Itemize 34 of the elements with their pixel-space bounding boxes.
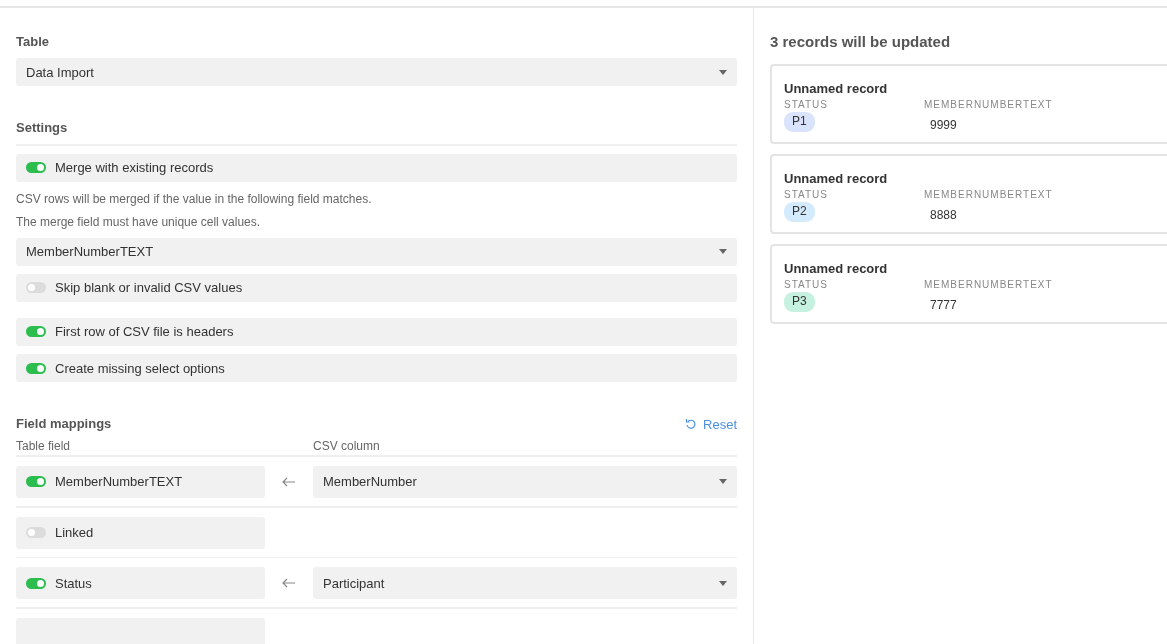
section-heading: Field mappings <box>16 415 112 434</box>
field-value: 8888 <box>929 207 958 222</box>
table-select[interactable]: Data Import <box>16 58 737 87</box>
field-toggle[interactable]: Status <box>16 567 265 600</box>
field-value: 9999 <box>929 117 958 132</box>
csv-column-select[interactable]: Participant <box>313 567 737 600</box>
field-label: STATUS <box>784 188 829 202</box>
toggle-row[interactable]: Create missing select options <box>16 354 737 383</box>
column-header: Table field <box>16 438 72 455</box>
section-label: Table <box>16 33 50 51</box>
column-header: CSV column <box>313 438 380 455</box>
status-tag: P1 <box>784 112 815 132</box>
toggle-row[interactable]: Merge with existing records <box>16 153 737 182</box>
status-tag: P3 <box>784 292 815 312</box>
preview-title: 3 records will be updated <box>770 32 952 52</box>
record-title: Unnamed record <box>784 80 889 98</box>
merge-field-select[interactable]: MemberNumberTEXT <box>16 237 737 266</box>
field-toggle[interactable]: MemberNumberTEXT <box>16 465 265 498</box>
field-label: MEMBERNUMBERTEXT <box>924 98 1054 112</box>
section-heading: Settings <box>16 119 69 138</box>
csv-column-select[interactable]: MemberNumber <box>313 465 737 498</box>
field-toggle[interactable]: Linked <box>16 516 265 549</box>
toggle-row[interactable]: Skip blank or invalid CSV values <box>16 273 737 302</box>
field-value: 7777 <box>929 297 958 312</box>
field-label: MEMBERNUMBERTEXT <box>924 278 1054 292</box>
status-tag: P2 <box>784 202 815 222</box>
help-text: CSV rows will be merged if the value in the following field matches. <box>16 190 373 208</box>
help-text: The merge field must have unique cell values. <box>16 213 262 231</box>
record-title: Unnamed record <box>784 170 889 188</box>
record-title: Unnamed record <box>784 260 889 278</box>
field-label: MEMBERNUMBERTEXT <box>924 188 1054 202</box>
field-label: STATUS <box>784 98 829 112</box>
toggle-row[interactable]: First row of CSV file is headers <box>16 317 737 346</box>
field-label: STATUS <box>784 278 829 292</box>
